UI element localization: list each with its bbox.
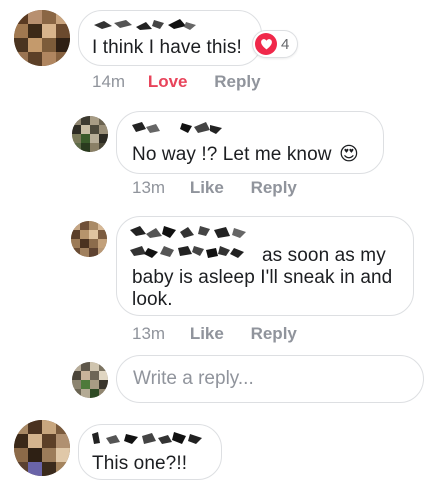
love-button[interactable]: Love <box>148 72 188 91</box>
heart-eyes-emoji-icon: 😍 <box>338 144 359 165</box>
current-user-avatar <box>72 362 108 398</box>
comment-text: I think I have this! <box>92 37 242 58</box>
comment-text: No way !? Let me know 😍 <box>132 143 359 166</box>
reaction-summary[interactable]: 4 <box>252 30 299 58</box>
comment-text-line-3: look. <box>132 289 173 310</box>
comment-text-line-1: as soon as my <box>262 245 386 266</box>
reply-button[interactable]: Reply <box>214 72 260 91</box>
comment-text-line-2: baby is asleep I'll sneak in and <box>132 267 393 288</box>
author-name-redacted[interactable] <box>92 430 204 446</box>
timestamp: 13m <box>132 178 166 197</box>
author-name-redacted[interactable] <box>94 17 198 31</box>
avatar[interactable] <box>71 221 107 257</box>
like-button[interactable]: Like <box>190 324 224 343</box>
reply-button[interactable]: Reply <box>251 178 297 197</box>
like-button[interactable]: Like <box>190 178 224 197</box>
author-name-redacted[interactable] <box>132 119 224 135</box>
comment-meta: 13m Like Reply <box>132 324 297 344</box>
write-reply-input[interactable]: Write a reply... <box>116 355 424 403</box>
comment-text-content: No way !? Let me know <box>132 144 332 165</box>
comment-text: This one?!! <box>92 453 188 474</box>
comment-meta: 14m Love Reply <box>92 72 261 92</box>
heart-icon <box>255 33 277 55</box>
comment-meta: 13m Like Reply <box>132 178 297 198</box>
avatar[interactable] <box>14 420 70 476</box>
timestamp: 13m <box>132 324 166 343</box>
avatar[interactable] <box>72 116 108 152</box>
reply-button[interactable]: Reply <box>251 324 297 343</box>
reaction-count: 4 <box>281 35 290 53</box>
author-name-redacted[interactable] <box>130 224 250 264</box>
timestamp: 14m <box>92 72 126 91</box>
avatar[interactable] <box>14 10 70 66</box>
